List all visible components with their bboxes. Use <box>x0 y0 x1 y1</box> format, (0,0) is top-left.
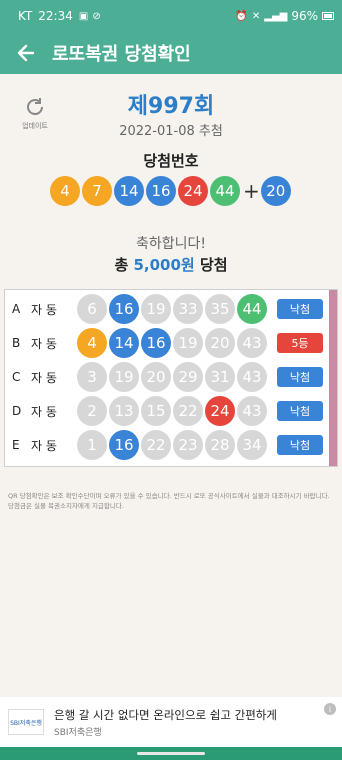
clock: 22:34 <box>38 9 73 23</box>
ticket-row-b: B 자 동 4 14 16 19 20 43 5등 <box>5 326 331 360</box>
result-button[interactable]: 낙첨 <box>277 401 323 421</box>
prize-text: 총 5,000원 당첨 <box>0 254 342 275</box>
ticket-ball-hit: 14 <box>109 328 139 358</box>
ticket-row-d: D 자 동 2 13 15 22 24 43 낙첨 <box>5 394 331 428</box>
ticket-ball: 15 <box>141 396 171 426</box>
winning-ball: 7 <box>82 176 112 206</box>
ticket-ball: 23 <box>173 430 203 460</box>
prize-prefix: 총 <box>114 256 134 274</box>
result-button[interactable]: 낙첨 <box>277 299 323 319</box>
alarm-icon: ⏰ <box>235 10 248 22</box>
winning-ball: 14 <box>114 176 144 206</box>
ad-banner[interactable]: SBI저축은행 은행 갈 시간 없다면 온라인으로 쉽고 간편하게 SBI저축은… <box>0 697 342 747</box>
ticket-ball: 22 <box>141 430 171 460</box>
congrats-text: 축하합니다! <box>135 236 206 252</box>
ticket-ball: 6 <box>77 294 107 324</box>
home-handle[interactable] <box>137 752 205 755</box>
ticket-ball: 13 <box>109 396 139 426</box>
ticket-letter: B <box>12 336 21 350</box>
winning-ball: 16 <box>146 176 176 206</box>
ticket-mode: 자 동 <box>31 438 57 453</box>
carrier: KT <box>18 9 33 23</box>
ticket-numbers: 3 19 20 29 31 43 <box>77 362 269 392</box>
winning-numbers-label: 당첨번호 <box>143 152 199 170</box>
result-button[interactable]: 5등 <box>277 333 323 353</box>
draw-round: 제997회 <box>127 94 215 119</box>
ad-advertiser: SBI저축은행 <box>54 728 102 738</box>
ticket-ball-hit: 16 <box>109 430 139 460</box>
image-icon: ▣ <box>78 10 89 22</box>
ticket-ball: 43 <box>237 328 267 358</box>
prize-amount: 5,000원 <box>133 256 195 274</box>
mute-icon: ✕ <box>251 10 261 22</box>
ticket-ball-hit: 24 <box>205 396 235 426</box>
draw-date: 2022-01-08 추첨 <box>119 124 223 139</box>
ticket-ball: 3 <box>77 362 107 392</box>
ticket-letter: E <box>12 438 20 452</box>
ticket-numbers: 6 16 19 33 35 44 <box>77 294 269 324</box>
battery-percent: 96% <box>291 9 318 23</box>
ticket-table: A 자 동 6 16 19 33 35 44 낙첨 B 자 동 4 14 16 … <box>4 289 338 467</box>
ticket-numbers: 4 14 16 19 20 43 <box>77 328 269 358</box>
winning-numbers: 4 7 14 16 24 44 + 20 <box>50 176 293 206</box>
ticket-ball: 33 <box>173 294 203 324</box>
ticket-ball: 1 <box>77 430 107 460</box>
ticket-ball: 35 <box>205 294 235 324</box>
prize-suffix: 당첨 <box>194 256 228 274</box>
sync-icon: ⊘ <box>92 10 101 22</box>
ad-headline[interactable]: 은행 갈 시간 없다면 온라인으로 쉽고 간편하게 <box>54 707 277 723</box>
ticket-ball: 19 <box>109 362 139 392</box>
page-title: 로또복권 당첨확인 <box>52 44 191 65</box>
back-arrow-icon[interactable] <box>0 32 52 74</box>
winning-ball: 4 <box>50 176 80 206</box>
ticket-ball: 34 <box>237 430 267 460</box>
ticket-ball-hit: 16 <box>141 328 171 358</box>
ticket-ball: 43 <box>237 396 267 426</box>
notification-icons: ▣ ⊘ <box>79 11 101 22</box>
ticket-mode: 자 동 <box>31 302 57 317</box>
status-bar: KT 22:34 ▣ ⊘ ⏰ ✕ ▂▄▆ 96% <box>0 0 342 32</box>
ticket-numbers: 1 16 22 23 28 34 <box>77 430 269 460</box>
ticket-ball: 29 <box>173 362 203 392</box>
result-button[interactable]: 낙첨 <box>277 435 323 455</box>
advertiser-logo: SBI저축은행 <box>8 709 44 735</box>
info-icon[interactable]: i <box>324 703 336 715</box>
ticket-row-c: C 자 동 3 19 20 29 31 43 낙첨 <box>5 360 331 394</box>
ticket-ball: 19 <box>173 328 203 358</box>
winning-ball: 24 <box>178 176 208 206</box>
disclaimer-text: QR 당첨확인은 보조 확인수단이며 오류가 있을 수 있습니다. 반드시 로또… <box>8 492 330 510</box>
app-bar: 로또복권 당첨확인 <box>0 32 342 74</box>
ticket-ball: 19 <box>141 294 171 324</box>
ticket-letter: C <box>12 370 21 384</box>
plus-sign: + <box>243 179 260 203</box>
winning-ball: 44 <box>210 176 240 206</box>
ticket-ball-hit: 4 <box>77 328 107 358</box>
ticket-ball: 20 <box>205 328 235 358</box>
ticket-ball: 2 <box>77 396 107 426</box>
ticket-ball: 20 <box>141 362 171 392</box>
result-button[interactable]: 낙첨 <box>277 367 323 387</box>
ticket-numbers: 2 13 15 22 24 43 <box>77 396 269 426</box>
ticket-ball-hit: 16 <box>109 294 139 324</box>
navigation-bar <box>0 747 342 760</box>
ticket-letter: D <box>12 404 22 418</box>
ticket-ball: 28 <box>205 430 235 460</box>
ticket-row-a: A 자 동 6 16 19 33 35 44 낙첨 <box>5 292 331 326</box>
ticket-ball-hit: 44 <box>237 294 267 324</box>
ticket-mode: 자 동 <box>31 404 57 419</box>
ticket-ball: 43 <box>237 362 267 392</box>
ticket-ball: 22 <box>173 396 203 426</box>
ticket-ball: 31 <box>205 362 235 392</box>
ticket-letter: A <box>12 302 21 316</box>
battery-icon <box>322 12 334 20</box>
ticket-row-e: E 자 동 1 16 22 23 28 34 낙첨 <box>5 428 331 462</box>
bonus-ball: 20 <box>260 176 291 206</box>
ticket-mode: 자 동 <box>31 336 57 351</box>
ticket-mode: 자 동 <box>31 370 57 385</box>
signal-icon: ▂▄▆ <box>264 10 288 22</box>
